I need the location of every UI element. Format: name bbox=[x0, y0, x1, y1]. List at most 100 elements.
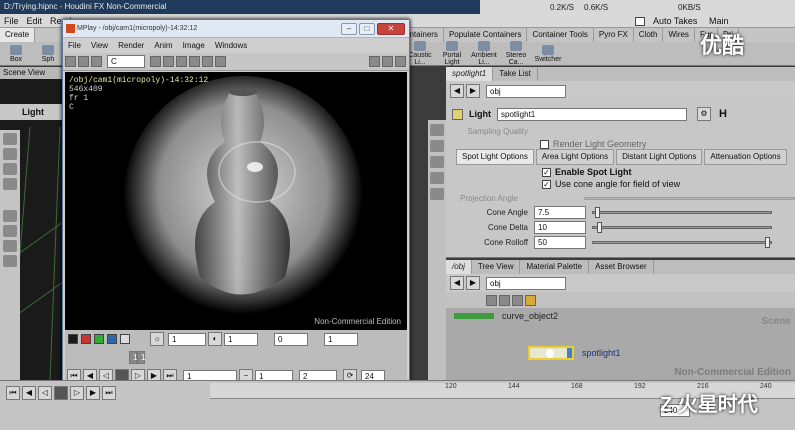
shelf-tab-cloth[interactable]: Cloth bbox=[634, 28, 664, 42]
gamma-icon[interactable]: ☼ bbox=[150, 332, 164, 346]
info-icon[interactable] bbox=[215, 56, 226, 67]
render-viewer[interactable]: /obj/cam1(micropoly)-14:32:12 546x409 fr… bbox=[65, 72, 407, 330]
auto-takes[interactable]: Auto Takes bbox=[635, 14, 701, 28]
tool-stereo-camera[interactable]: Stereo Ca... bbox=[500, 41, 532, 66]
frame-marker-end[interactable]: 1 bbox=[137, 350, 145, 364]
subtab-spot-light[interactable]: Spot Light Options bbox=[456, 149, 534, 165]
mplay-menu-image[interactable]: Image bbox=[178, 39, 210, 53]
display-options-icon[interactable] bbox=[430, 124, 444, 136]
minimize-button[interactable]: – bbox=[341, 23, 357, 35]
tool-box[interactable]: Box bbox=[0, 44, 32, 63]
mplay-menu-file[interactable]: File bbox=[63, 39, 86, 53]
tl-play-back-button[interactable]: ◁ bbox=[38, 386, 52, 400]
menu-file[interactable]: File bbox=[0, 14, 23, 28]
zoom-fit-icon[interactable] bbox=[176, 56, 187, 67]
forward-icon[interactable]: ▶ bbox=[466, 84, 480, 98]
shelf-tab-pyro[interactable]: Pyro FX bbox=[594, 28, 634, 42]
tab-take-list[interactable]: Take List bbox=[493, 67, 538, 81]
snap-tool-icon[interactable] bbox=[3, 255, 17, 267]
subtab-area-light[interactable]: Area Light Options bbox=[535, 149, 615, 165]
tool-sphere[interactable]: Sph bbox=[32, 44, 64, 63]
scale-tool-icon[interactable] bbox=[3, 178, 17, 190]
cone-delta-field[interactable]: 10 bbox=[534, 220, 586, 234]
light-tool-label[interactable]: Light bbox=[22, 107, 44, 117]
network-back-icon[interactable]: ◀ bbox=[450, 276, 464, 290]
wireframe-icon[interactable] bbox=[430, 156, 444, 168]
zoom-in-icon[interactable] bbox=[150, 56, 161, 67]
cone-angle-field[interactable]: 7.5 bbox=[534, 205, 586, 219]
cone-rolloff-slider[interactable] bbox=[592, 236, 772, 248]
tab-scene-view[interactable]: Scene View bbox=[0, 67, 48, 79]
enable-spot-checkbox[interactable]: ✓ bbox=[542, 167, 551, 177]
pose-tool-icon[interactable] bbox=[3, 210, 17, 222]
rotate-tool-icon[interactable] bbox=[3, 163, 17, 175]
mplay-menu-windows[interactable]: Windows bbox=[210, 39, 252, 53]
curve-node[interactable]: curve_object2 bbox=[454, 310, 558, 322]
swatch-red[interactable] bbox=[81, 334, 91, 344]
mplay-menu-render[interactable]: Render bbox=[113, 39, 149, 53]
tl-play-button[interactable]: ▷ bbox=[70, 386, 84, 400]
offset-field[interactable]: 0 bbox=[274, 332, 308, 346]
snapshot-icon[interactable] bbox=[382, 56, 393, 67]
tab-material-palette[interactable]: Material Palette bbox=[520, 260, 590, 274]
tl-next-key-button[interactable]: ▶ bbox=[86, 386, 100, 400]
tool-switcher[interactable]: Switcher bbox=[532, 44, 564, 63]
render-geo-checkbox[interactable] bbox=[540, 139, 549, 149]
cone-rolloff-field[interactable]: 50 bbox=[534, 235, 586, 249]
camera-icon[interactable] bbox=[430, 188, 444, 200]
desktop-select[interactable]: Main bbox=[705, 14, 733, 28]
tab-spotlight1[interactable]: spotlight1 bbox=[446, 67, 494, 81]
shelf-tab-create[interactable]: Create bbox=[0, 28, 36, 42]
crop-icon[interactable] bbox=[202, 56, 213, 67]
view-tool-icon[interactable] bbox=[3, 240, 17, 252]
tl-first-frame-button[interactable]: ⏮ bbox=[6, 386, 20, 400]
exposure-field[interactable]: 1 bbox=[324, 332, 358, 346]
network-tool-icon[interactable] bbox=[486, 294, 497, 306]
tl-last-frame-button[interactable]: ⏭ bbox=[102, 386, 116, 400]
network-tool3-icon[interactable] bbox=[512, 294, 523, 306]
help-icon[interactable]: H bbox=[719, 108, 727, 120]
cone-angle-slider[interactable] bbox=[592, 206, 772, 218]
pan-icon[interactable] bbox=[189, 56, 200, 67]
menu-edit[interactable]: Edit bbox=[23, 14, 47, 28]
swatch-white[interactable] bbox=[120, 334, 130, 344]
network-editor[interactable]: curve_object2 Scene spotlight1 Non-Comme… bbox=[446, 308, 795, 388]
gamma-field[interactable]: 1 bbox=[168, 332, 206, 346]
contrast-icon[interactable]: ◐ bbox=[208, 332, 222, 346]
lighting-icon[interactable] bbox=[430, 172, 444, 184]
swatch-black[interactable] bbox=[68, 334, 78, 344]
subtab-attenuation[interactable]: Attenuation Options bbox=[704, 149, 787, 165]
channel-select[interactable]: C bbox=[107, 55, 145, 68]
maximize-button[interactable]: □ bbox=[359, 23, 375, 35]
gear-icon[interactable]: ⚙ bbox=[697, 107, 711, 121]
network-tool4-icon[interactable] bbox=[525, 294, 536, 306]
network-path[interactable]: obj bbox=[486, 276, 566, 290]
view-mode-icon[interactable] bbox=[65, 56, 76, 67]
tl-stop-button[interactable] bbox=[54, 386, 68, 400]
tl-prev-key-button[interactable]: ◀ bbox=[22, 386, 36, 400]
cone-delta-slider[interactable] bbox=[592, 221, 772, 233]
tab-tree-view[interactable]: Tree View bbox=[472, 260, 521, 274]
tab-asset-browser[interactable]: Asset Browser bbox=[589, 260, 654, 274]
tab-obj[interactable]: /obj bbox=[446, 260, 472, 274]
tool-portal-light[interactable]: Portal Light bbox=[436, 41, 468, 66]
node-name-field[interactable]: spotlight1 bbox=[497, 107, 687, 121]
parameter-path[interactable]: obj bbox=[486, 84, 566, 98]
network-tool2-icon[interactable] bbox=[499, 294, 510, 306]
lut-icon[interactable] bbox=[369, 56, 380, 67]
handle-tool-icon[interactable] bbox=[3, 225, 17, 237]
network-forward-icon[interactable]: ▶ bbox=[466, 276, 480, 290]
frame-marker-start[interactable]: 1 bbox=[129, 350, 137, 364]
move-tool-icon[interactable] bbox=[3, 148, 17, 160]
gain-field[interactable]: 1 bbox=[224, 332, 258, 346]
mplay-menu-anim[interactable]: Anim bbox=[149, 39, 177, 53]
mplay-menu-view[interactable]: View bbox=[86, 39, 113, 53]
grid-icon[interactable] bbox=[91, 56, 102, 67]
tool-ambient-light[interactable]: Ambient Li... bbox=[468, 41, 500, 66]
back-icon[interactable]: ◀ bbox=[450, 84, 464, 98]
auto-takes-checkbox[interactable] bbox=[635, 16, 645, 26]
shading-icon[interactable] bbox=[430, 140, 444, 152]
close-button[interactable]: ✕ bbox=[377, 23, 405, 35]
subtab-distant-light[interactable]: Distant Light Options bbox=[616, 149, 703, 165]
zoom-out-icon[interactable] bbox=[163, 56, 174, 67]
